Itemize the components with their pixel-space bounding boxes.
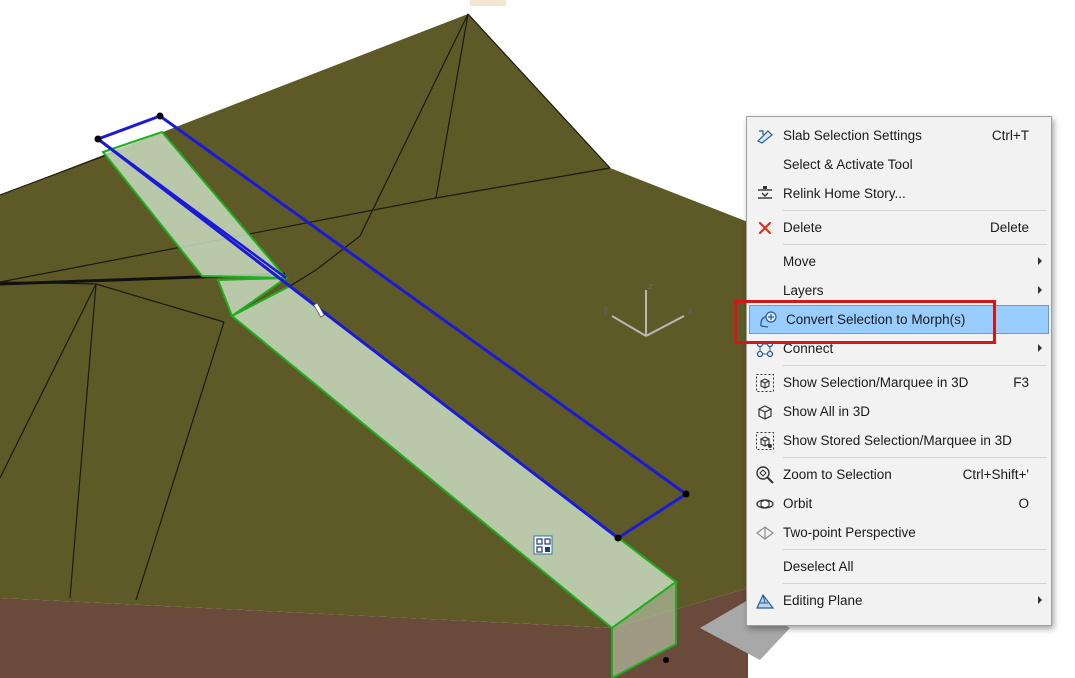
menu-item-label: Show Selection/Marquee in 3D xyxy=(783,375,969,390)
menu-item-label: Layers xyxy=(783,283,824,298)
editing-plane-icon xyxy=(747,586,783,615)
delete-icon xyxy=(747,213,783,242)
relink-home-story-icon xyxy=(747,179,783,208)
show-stored-selection-3d-icon xyxy=(747,426,783,455)
show-selection-3d-icon xyxy=(747,368,783,397)
menu-icon-placeholder xyxy=(747,276,783,305)
menu-separator xyxy=(783,365,1047,366)
menu-item-label: Two-point Perspective xyxy=(783,525,916,540)
connect-icon xyxy=(747,334,783,363)
submenu-arrow-icon xyxy=(1038,286,1042,294)
slab-settings-icon xyxy=(747,121,783,150)
context-menu: Slab Selection Settings Ctrl+T Select & Ac… xyxy=(746,116,1052,626)
submenu-arrow-icon xyxy=(1038,344,1042,352)
menu-item-layers[interactable]: Layers xyxy=(747,276,1051,305)
menu-item-orbit[interactable]: Orbit O xyxy=(747,489,1051,518)
menu-item-shortcut: Ctrl+Shift+' xyxy=(962,467,1029,482)
menu-item-label: Delete xyxy=(783,220,823,235)
menu-separator xyxy=(783,210,1047,211)
menu-item-label: Orbit xyxy=(783,496,813,511)
menu-separator xyxy=(783,583,1047,584)
menu-item-label: Convert Selection to Morph(s) xyxy=(786,312,966,327)
orbit-icon xyxy=(747,489,783,518)
menu-item-move[interactable]: Move xyxy=(747,247,1051,276)
menu-icon-placeholder xyxy=(747,150,783,179)
element-info-tag-icon[interactable] xyxy=(533,535,553,555)
menu-item-shortcut: O xyxy=(1018,496,1029,511)
top-marker xyxy=(470,0,506,6)
menu-item-editing-plane[interactable]: Editing Plane xyxy=(747,586,1051,615)
menu-separator xyxy=(783,244,1047,245)
axis-label-x: x xyxy=(688,306,693,316)
menu-item-label: Connect xyxy=(783,341,834,356)
menu-item-label: Slab Selection Settings xyxy=(783,128,922,143)
menu-item-slab-selection-settings[interactable]: Slab Selection Settings Ctrl+T xyxy=(747,121,1051,150)
menu-item-select-activate-tool[interactable]: Select & Activate Tool xyxy=(747,150,1051,179)
menu-item-label: Move xyxy=(783,254,817,269)
menu-item-show-selection-marquee-in-3d[interactable]: Show Selection/Marquee in 3D F3 xyxy=(747,368,1051,397)
convert-to-morph-icon xyxy=(750,305,786,334)
axis-label-y: y xyxy=(604,304,609,314)
zoom-to-selection-icon xyxy=(747,460,783,489)
menu-item-shortcut: Ctrl+T xyxy=(991,128,1029,143)
menu-item-relink-home-story[interactable]: Relink Home Story... xyxy=(747,179,1051,208)
menu-separator xyxy=(783,457,1047,458)
menu-icon-placeholder xyxy=(747,247,783,276)
menu-item-delete[interactable]: Delete Delete xyxy=(747,213,1051,242)
menu-item-label: Editing Plane xyxy=(783,593,863,608)
submenu-arrow-icon xyxy=(1038,596,1042,604)
menu-item-connect[interactable]: Connect xyxy=(747,334,1051,363)
menu-item-label: Show All in 3D xyxy=(783,404,871,419)
submenu-arrow-icon xyxy=(1038,257,1042,265)
menu-item-shortcut: Delete xyxy=(989,220,1029,235)
menu-item-zoom-to-selection[interactable]: Zoom to Selection Ctrl+Shift+' xyxy=(747,460,1051,489)
axis-label-z: z xyxy=(648,281,653,291)
menu-item-label: Zoom to Selection xyxy=(783,467,892,482)
menu-item-show-stored-selection-marquee-in-3d[interactable]: Show Stored Selection/Marquee in 3D xyxy=(747,426,1051,455)
menu-separator xyxy=(783,549,1047,550)
menu-item-shortcut: F3 xyxy=(1013,375,1029,390)
menu-item-label: Select & Activate Tool xyxy=(783,157,913,172)
terrain-surface[interactable] xyxy=(0,14,748,628)
menu-item-show-all-in-3d[interactable]: Show All in 3D xyxy=(747,397,1051,426)
menu-item-label: Show Stored Selection/Marquee in 3D xyxy=(783,433,1012,448)
menu-item-label: Deselect All xyxy=(783,559,854,574)
two-point-perspective-icon xyxy=(747,518,783,547)
menu-item-label: Relink Home Story... xyxy=(783,186,906,201)
menu-item-two-point-perspective[interactable]: Two-point Perspective xyxy=(747,518,1051,547)
menu-icon-placeholder xyxy=(747,552,783,581)
show-all-3d-icon xyxy=(747,397,783,426)
menu-item-convert-selection-to-morph-s[interactable]: Convert Selection to Morph(s) xyxy=(749,305,1049,334)
menu-item-deselect-all[interactable]: Deselect All xyxy=(747,552,1051,581)
